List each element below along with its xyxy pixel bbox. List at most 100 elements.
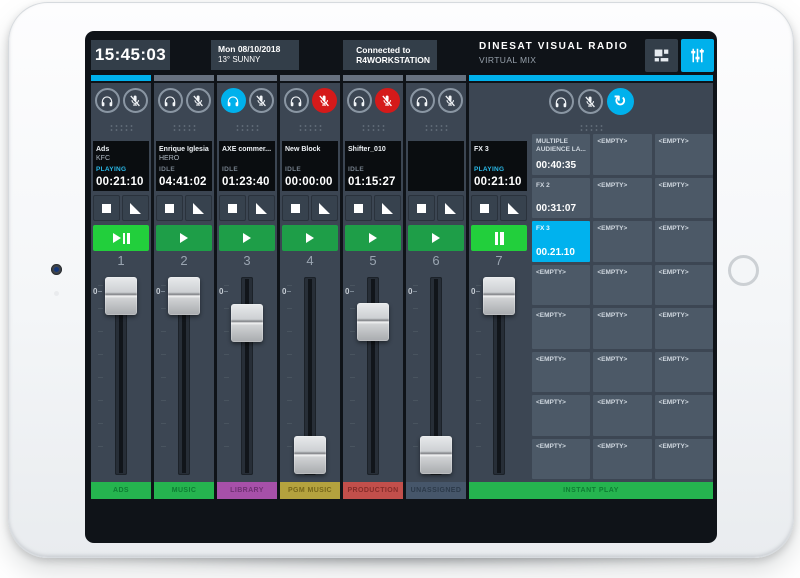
instant-play-panel: ↻ FX 3 PLAYING 00:21:10 [469, 83, 713, 499]
drag-handle[interactable] [579, 124, 603, 131]
track-time: 00:21:10 [474, 176, 524, 188]
drag-handle[interactable] [235, 124, 259, 131]
stop-icon [228, 204, 237, 213]
headphones-button[interactable] [549, 89, 574, 114]
play-button[interactable] [408, 225, 464, 251]
fader[interactable]: 0 [469, 271, 529, 479]
fader-knob[interactable] [168, 277, 200, 315]
play-button[interactable] [156, 225, 212, 251]
fader[interactable]: 0 [154, 271, 214, 479]
stop-button[interactable] [345, 195, 372, 221]
app-subtitle: VIRTUAL MIX [479, 55, 628, 65]
headphones-button[interactable] [158, 88, 183, 113]
instant-play-cell[interactable]: <EMPTY> [532, 352, 590, 393]
fade-button[interactable] [122, 195, 149, 221]
instant-play-cell[interactable]: <EMPTY> [655, 308, 713, 349]
fade-button[interactable] [311, 195, 338, 221]
instant-play-cell[interactable]: <EMPTY> [532, 395, 590, 436]
instant-play-cell[interactable]: <EMPTY> [593, 308, 651, 349]
headphones-button-active[interactable] [221, 88, 246, 113]
drag-handle[interactable] [109, 124, 133, 131]
instant-play-cell[interactable]: <EMPTY> [593, 221, 651, 262]
fade-button[interactable] [248, 195, 275, 221]
stop-button[interactable] [408, 195, 435, 221]
fade-button[interactable] [500, 195, 527, 221]
stop-button[interactable] [282, 195, 309, 221]
layout-view-button[interactable] [645, 39, 678, 72]
fader-ticks [161, 285, 166, 467]
fader-knob[interactable] [483, 277, 515, 315]
track-info: FX 3 PLAYING 00:21:10 [471, 141, 527, 191]
fader[interactable]: 0 [343, 271, 403, 479]
play-icon [113, 233, 121, 243]
fader-knob[interactable] [420, 436, 452, 474]
mic-mute-button[interactable] [578, 89, 603, 114]
drag-handle[interactable] [361, 124, 385, 131]
instant-play-cell[interactable]: <EMPTY> [655, 221, 713, 262]
fade-button[interactable] [437, 195, 464, 221]
track-subtitle [411, 154, 461, 163]
instant-play-cell[interactable]: <EMPTY> [532, 265, 590, 306]
instant-play-cell[interactable]: <EMPTY> [655, 178, 713, 219]
instant-play-cell[interactable]: <EMPTY> [655, 395, 713, 436]
instant-play-cell[interactable]: <EMPTY> [655, 134, 713, 175]
drag-handle[interactable] [172, 124, 196, 131]
fader-knob[interactable] [357, 303, 389, 341]
play-button[interactable] [345, 225, 401, 251]
instant-play-cell[interactable]: <EMPTY> [655, 265, 713, 306]
fader-zero-label: 0 [282, 287, 291, 296]
mic-mute-button[interactable] [186, 88, 211, 113]
mixer-view-button[interactable] [681, 39, 714, 72]
drag-handle[interactable] [298, 124, 322, 131]
fader[interactable]: 0 [280, 271, 340, 479]
home-button[interactable] [728, 255, 759, 286]
headphones-button[interactable] [347, 88, 372, 113]
pause-button[interactable] [471, 225, 527, 251]
mic-mute-button[interactable] [123, 88, 148, 113]
instant-play-cell[interactable]: MULTIPLE AUDIENCE LA...00:40:35 [532, 134, 590, 175]
fader-knob[interactable] [294, 436, 326, 474]
fader[interactable]: 0 [217, 271, 277, 479]
headphones-button[interactable] [95, 88, 120, 113]
stop-button[interactable] [471, 195, 498, 221]
fader-zero-label: 0 [345, 287, 354, 296]
fader-knob[interactable] [231, 304, 263, 342]
instant-play-cell[interactable]: <EMPTY> [655, 352, 713, 393]
headphones-button[interactable] [410, 88, 435, 113]
headphones-button[interactable] [284, 88, 309, 113]
stop-button[interactable] [156, 195, 183, 221]
track-title: New Block [285, 145, 335, 154]
fader[interactable]: 0 [91, 271, 151, 479]
fade-icon [508, 203, 519, 214]
refresh-icon: ↻ [614, 94, 627, 109]
fader[interactable]: 0 [406, 271, 466, 479]
stop-button[interactable] [219, 195, 246, 221]
mic-mute-button[interactable] [438, 88, 463, 113]
fader-knob[interactable] [105, 277, 137, 315]
fader-ticks [287, 285, 292, 467]
instant-play-cell-selected[interactable]: FX 300.21.10 [532, 221, 590, 262]
instant-play-cell[interactable]: <EMPTY> [593, 395, 651, 436]
instant-play-cell[interactable]: <EMPTY> [593, 134, 651, 175]
play-button[interactable] [93, 225, 149, 251]
fade-button[interactable] [185, 195, 212, 221]
instant-play-cell[interactable]: <EMPTY> [655, 439, 713, 480]
instant-play-cell[interactable]: <EMPTY> [593, 265, 651, 306]
instant-play-cell[interactable]: <EMPTY> [532, 308, 590, 349]
mic-mute-button-active[interactable] [375, 88, 400, 113]
instant-play-cell[interactable]: <EMPTY> [593, 178, 651, 219]
play-button[interactable] [282, 225, 338, 251]
play-button[interactable] [219, 225, 275, 251]
channel-number: 7 [469, 253, 529, 271]
drag-handle[interactable] [424, 124, 448, 131]
refresh-button[interactable]: ↻ [607, 88, 634, 115]
mic-mute-button[interactable] [249, 88, 274, 113]
stop-button[interactable] [93, 195, 120, 221]
category-label: PGM MUSIC [280, 482, 340, 499]
instant-play-cell[interactable]: <EMPTY> [593, 439, 651, 480]
mic-mute-button-active[interactable] [312, 88, 337, 113]
fade-button[interactable] [374, 195, 401, 221]
instant-play-cell[interactable]: <EMPTY> [593, 352, 651, 393]
instant-play-cell[interactable]: <EMPTY> [532, 439, 590, 480]
instant-play-cell[interactable]: FX 200:31:07 [532, 178, 590, 219]
